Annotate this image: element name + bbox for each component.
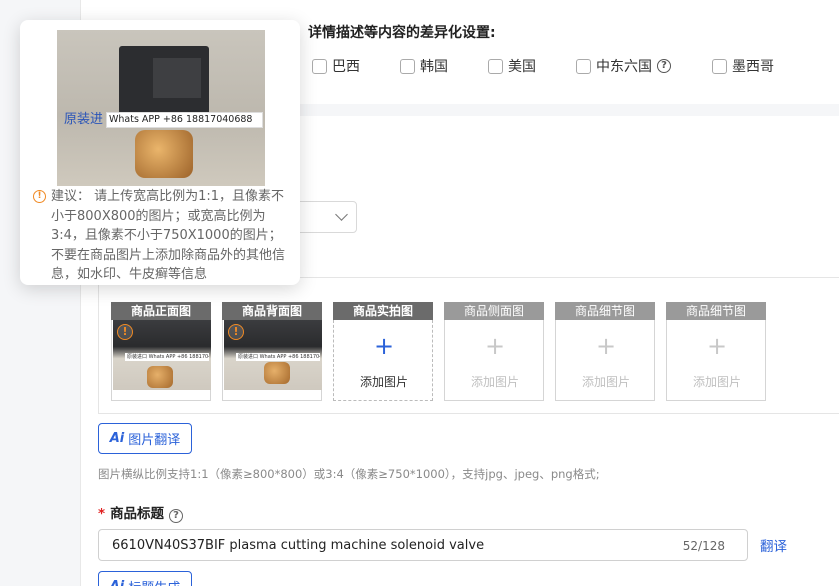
input-value[interactable]: 6610VN40S37BIF plasma cutting machine so… — [112, 538, 484, 553]
question-circle-icon[interactable]: ? — [169, 509, 184, 523]
checkbox-box[interactable] — [488, 58, 503, 74]
plus-icon: + — [484, 332, 506, 360]
valve-body-shape — [135, 130, 193, 178]
product-title-input[interactable]: 6610VN40S37BIF plasma cutting machine so… — [98, 529, 748, 561]
ai-icon: Ai — [110, 579, 125, 586]
checkbox-label: 韩国 — [420, 59, 448, 75]
image-slot-actual[interactable]: 商品实拍图 + 添加图片 — [333, 302, 433, 401]
checkbox-label: 巴西 — [332, 59, 360, 75]
image-slot-front[interactable]: 商品正面图 原装进口 Whats APP +86 18817040688 ! — [111, 302, 211, 401]
required-mark: * — [98, 506, 106, 522]
product-title-label: * 商品标题? — [98, 502, 184, 523]
coil-shape — [119, 46, 209, 116]
add-image-button-disabled: + 添加图片 — [555, 320, 655, 401]
button-label: 图片翻译 — [128, 433, 181, 448]
checkbox-korea[interactable]: 韩国 — [400, 56, 448, 76]
char-counter: 52/128 — [682, 539, 725, 553]
add-image-button-disabled: + 添加图片 — [666, 320, 766, 401]
image-slot-back[interactable]: 商品背面图 原装进口 Whats APP +86 18817040688 ! — [222, 302, 322, 401]
checkbox-box[interactable] — [400, 58, 415, 74]
product-thumbnail[interactable]: 原装进口 Whats APP +86 18817040688 ! — [224, 320, 322, 390]
checkbox-box[interactable] — [312, 58, 327, 74]
watermark-en: Whats APP +86 18817040688 — [106, 112, 263, 128]
warning-icon[interactable]: ! — [117, 324, 133, 340]
thumbnail-watermark: 原装进口 Whats APP +86 18817040688 — [236, 353, 320, 361]
add-image-button[interactable]: + 添加图片 — [333, 320, 433, 401]
valve-body-shape — [264, 362, 290, 384]
slot-label: 商品背面图 — [222, 302, 322, 320]
slot-body[interactable]: 原装进口 Whats APP +86 18817040688 ! — [111, 320, 211, 401]
add-image-label: 添加图片 — [470, 375, 519, 389]
ai-icon: Ai — [109, 431, 125, 446]
plus-icon: + — [706, 332, 728, 360]
label-text: 商品标题 — [110, 506, 165, 522]
tip-text: 建议： 请上传宽高比例为1:1，且像素不小于800X800的图片；或宽高比例为3… — [51, 189, 286, 282]
product-thumbnail[interactable]: 原装进口 Whats APP +86 18817040688 ! — [113, 320, 211, 390]
translate-link[interactable]: 翻译 — [760, 535, 787, 555]
slot-label: 商品细节图 — [555, 302, 655, 320]
checkbox-brazil[interactable]: 巴西 — [312, 56, 360, 76]
add-image-label: 添加图片 — [359, 375, 408, 389]
checkbox-box[interactable] — [576, 58, 591, 74]
slot-body[interactable]: 原装进口 Whats APP +86 18817040688 ! — [222, 320, 322, 401]
slot-label: 商品侧面图 — [444, 302, 544, 320]
add-image-label: 添加图片 — [692, 375, 741, 389]
button-label: 标题生成 — [128, 577, 180, 586]
plus-icon: + — [373, 332, 395, 360]
image-slot-detail-2: 商品细节图 + 添加图片 — [666, 302, 766, 401]
diff-settings-title: 详情描述等内容的差异化设置: — [308, 25, 496, 41]
title-generate-button[interactable]: Ai 标题生成 — [98, 571, 192, 586]
question-circle-icon[interactable]: ? — [657, 59, 671, 73]
checkbox-box[interactable] — [712, 58, 727, 74]
image-translate-button[interactable]: Ai 图片翻译 — [98, 423, 192, 454]
slot-label: 商品正面图 — [111, 302, 211, 320]
checkbox-label: 美国 — [508, 59, 536, 75]
warning-circle-icon: ! — [33, 190, 46, 203]
slot-label: 商品细节图 — [666, 302, 766, 320]
plus-icon: + — [595, 332, 617, 360]
warning-icon[interactable]: ! — [228, 324, 244, 340]
image-slot-detail-1: 商品细节图 + 添加图片 — [555, 302, 655, 401]
checkbox-label: 墨西哥 — [732, 59, 774, 75]
image-preview-popover: 原装进 Whats APP +86 18817040688 ! 建议： 请上传宽… — [20, 20, 300, 285]
thumbnail-watermark: 原装进口 Whats APP +86 18817040688 — [125, 353, 209, 361]
add-image-label: 添加图片 — [581, 375, 630, 389]
checkbox-label: 中东六国 — [596, 59, 652, 75]
valve-body-shape — [147, 366, 173, 388]
checkbox-mexico[interactable]: 墨西哥 — [712, 56, 774, 76]
watermark-cn: 原装进 — [64, 112, 104, 127]
image-format-hint: 图片横纵比例支持1:1（像素≥800*800）或3:4（像素≥750*1000）… — [98, 467, 600, 481]
add-image-button-disabled: + 添加图片 — [444, 320, 544, 401]
image-slot-side: 商品侧面图 + 添加图片 — [444, 302, 544, 401]
chevron-down-icon — [335, 208, 348, 221]
slot-label: 商品实拍图 — [333, 302, 433, 320]
checkbox-middle-east[interactable]: 中东六国 ? — [576, 56, 671, 76]
preview-image: 原装进 Whats APP +86 18817040688 — [57, 30, 265, 186]
checkbox-usa[interactable]: 美国 — [488, 56, 536, 76]
